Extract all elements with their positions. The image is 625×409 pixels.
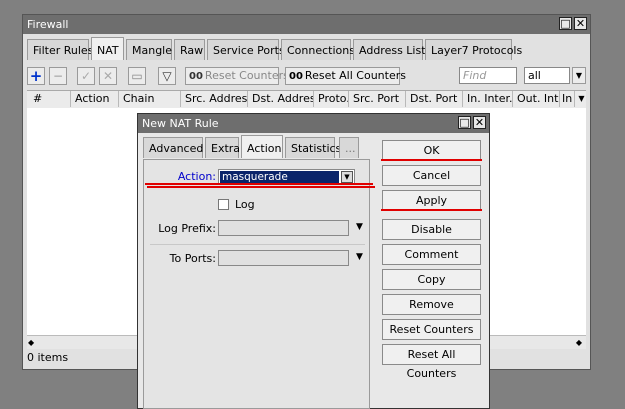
counter-icon: 00 bbox=[289, 71, 303, 82]
close-icon[interactable]: ✕ bbox=[574, 17, 587, 30]
to-ports-dropdown-icon[interactable]: ▼ bbox=[356, 252, 363, 262]
window-title: Firewall bbox=[27, 18, 69, 31]
tab-layer7-protocols[interactable]: Layer7 Protocols bbox=[425, 39, 522, 60]
tab-filter-rules[interactable]: Filter Rules bbox=[27, 39, 93, 60]
separator bbox=[150, 244, 365, 245]
close-icon[interactable]: ✕ bbox=[473, 116, 486, 129]
tab-nat[interactable]: NAT bbox=[91, 37, 124, 60]
comment-icon[interactable]: ▭ bbox=[128, 67, 146, 85]
tab-service-ports[interactable]: Service Ports bbox=[207, 39, 285, 60]
column-action[interactable]: Action bbox=[71, 91, 119, 107]
window-titlebar[interactable]: Firewall □ ✕ bbox=[23, 15, 590, 34]
remove-button[interactable]: Remove bbox=[382, 294, 481, 315]
ok-highlight-underline bbox=[381, 159, 482, 161]
maximize-icon[interactable]: □ bbox=[458, 116, 471, 129]
column-src-port[interactable]: Src. Port bbox=[349, 91, 406, 107]
action-dropdown-icon[interactable]: ▼ bbox=[341, 171, 353, 183]
tab-connections[interactable]: Connections bbox=[281, 39, 355, 60]
action-select-value: masquerade bbox=[220, 171, 339, 183]
action-pane: Action: masquerade ▼ Log Log Prefix: ▼ T… bbox=[143, 159, 375, 409]
remove-icon[interactable]: − bbox=[49, 67, 67, 85]
counter-icon: 00 bbox=[189, 71, 203, 82]
filter-select[interactable]: all bbox=[524, 67, 570, 84]
disable-button[interactable]: Disable bbox=[382, 219, 481, 240]
reset-all-counters-button[interactable]: 00 Reset All Counters bbox=[285, 67, 406, 85]
firewall-toolbar: + − ✓ ✕ ▭ ▽ 00 Reset Counters 00 Reset All… bbox=[27, 67, 586, 87]
column-in[interactable]: In bbox=[560, 91, 575, 107]
new-nat-rule-dialog: New NAT Rule □ ✕ Advanced Extra Action S… bbox=[137, 113, 490, 409]
column-chain[interactable]: Chain bbox=[119, 91, 181, 107]
apply-highlight-underline bbox=[381, 209, 482, 211]
enable-check-icon[interactable]: ✓ bbox=[77, 67, 95, 85]
disable-x-icon[interactable]: ✕ bbox=[99, 67, 117, 85]
column-dst-port[interactable]: Dst. Port bbox=[406, 91, 463, 107]
tab-address-lists[interactable]: Address Lists bbox=[353, 39, 431, 60]
action-highlight-line bbox=[145, 183, 373, 185]
to-ports-field[interactable] bbox=[218, 250, 349, 266]
action-label: Action: bbox=[177, 170, 216, 183]
find-input[interactable]: Find bbox=[459, 67, 517, 84]
tab-more[interactable]: ... bbox=[339, 137, 359, 158]
copy-button[interactable]: Copy bbox=[382, 269, 481, 290]
tab-advanced[interactable]: Advanced bbox=[143, 137, 203, 158]
log-prefix-dropdown-icon[interactable]: ▼ bbox=[356, 222, 363, 232]
column-out-interface[interactable]: Out. Int... bbox=[513, 91, 560, 107]
columns-dropdown-icon[interactable]: ▼ bbox=[575, 91, 588, 107]
log-prefix-field[interactable] bbox=[218, 220, 349, 236]
tab-mangle[interactable]: Mangle bbox=[126, 39, 172, 60]
ok-button[interactable]: OK bbox=[382, 140, 481, 161]
comment-button[interactable]: Comment bbox=[382, 244, 481, 265]
tab-raw[interactable]: Raw bbox=[174, 39, 205, 60]
reset-counters-button[interactable]: Reset Counters bbox=[382, 319, 481, 340]
column-number[interactable]: # bbox=[27, 91, 71, 107]
column-in-interface[interactable]: In. Inter... bbox=[463, 91, 513, 107]
add-icon[interactable]: + bbox=[27, 67, 45, 85]
log-label: Log bbox=[235, 198, 255, 211]
column-protocol[interactable]: Proto... bbox=[314, 91, 349, 107]
table-header: # Action Chain Src. Address Dst. Address… bbox=[27, 90, 586, 109]
column-src-address[interactable]: Src. Address bbox=[181, 91, 248, 107]
filter-dropdown-icon[interactable]: ▼ bbox=[572, 67, 586, 84]
maximize-icon[interactable]: □ bbox=[559, 17, 572, 30]
scroll-left-icon[interactable]: ◆ bbox=[28, 336, 34, 349]
cancel-button[interactable]: Cancel bbox=[382, 165, 481, 186]
dialog-title: New NAT Rule bbox=[142, 117, 219, 130]
tab-action[interactable]: Action bbox=[241, 135, 283, 158]
log-prefix-label: Log Prefix: bbox=[158, 222, 216, 235]
tab-extra[interactable]: Extra bbox=[205, 137, 240, 158]
tab-statistics[interactable]: Statistics bbox=[285, 137, 341, 158]
filter-icon[interactable]: ▽ bbox=[158, 67, 176, 85]
reset-counters-button[interactable]: 00 Reset Counters bbox=[185, 67, 289, 85]
column-dst-address[interactable]: Dst. Address bbox=[248, 91, 314, 107]
dialog-titlebar[interactable]: New NAT Rule □ ✕ bbox=[138, 114, 489, 133]
reset-counters-label: Reset Counters bbox=[204, 69, 289, 82]
reset-all-counters-label: Reset All Counters bbox=[304, 69, 406, 82]
action-highlight-underline bbox=[147, 186, 375, 188]
apply-button[interactable]: Apply bbox=[382, 190, 481, 211]
reset-all-counters-button[interactable]: Reset All Counters bbox=[382, 344, 481, 380]
scroll-right-icon[interactable]: ◆ bbox=[576, 336, 582, 349]
to-ports-label: To Ports: bbox=[169, 252, 216, 265]
log-checkbox[interactable] bbox=[218, 199, 229, 210]
